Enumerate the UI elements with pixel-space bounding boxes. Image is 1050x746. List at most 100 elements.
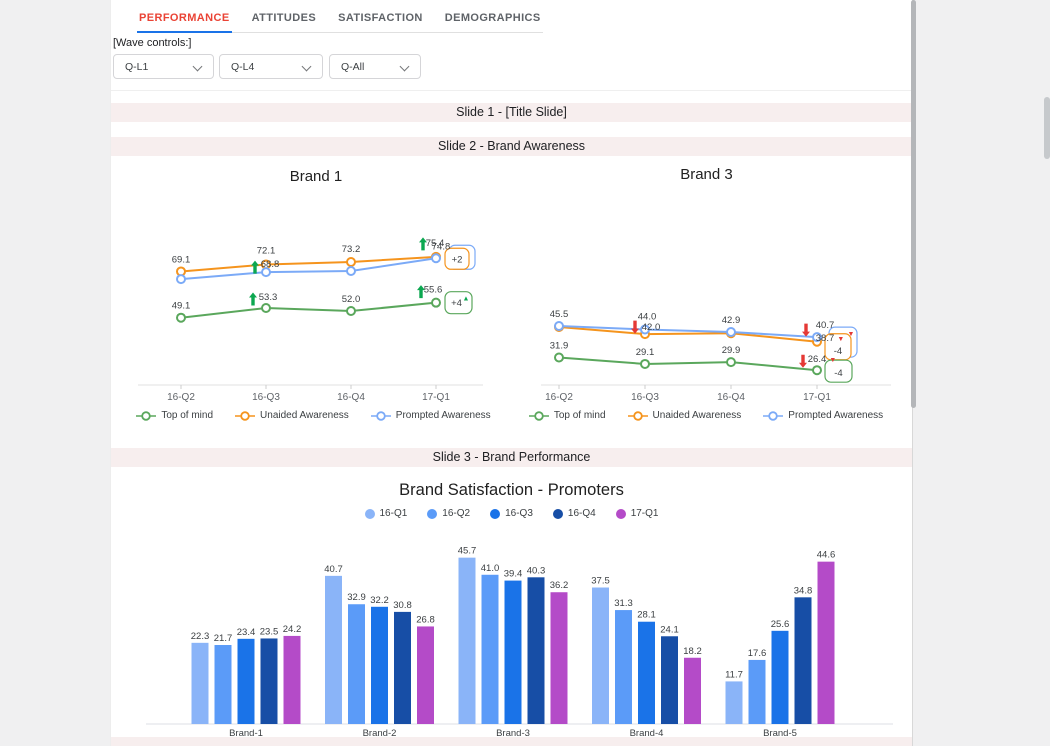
svg-text:26.8: 26.8 [416, 614, 435, 625]
wave-dropdown-2[interactable]: Q-L4 [219, 54, 323, 79]
svg-text:23.4: 23.4 [237, 627, 256, 638]
legend-item: Top of mind [529, 410, 606, 421]
svg-text:42.0: 42.0 [642, 322, 661, 333]
svg-text:31.3: 31.3 [614, 598, 633, 609]
svg-text:25.6: 25.6 [771, 619, 790, 630]
svg-text:42.9: 42.9 [722, 315, 741, 326]
legend-item: 16-Q1 [365, 508, 408, 519]
header-divider [111, 90, 912, 91]
svg-text:53.3: 53.3 [259, 292, 278, 303]
legend-marker-icon [529, 411, 549, 421]
svg-text:31.9: 31.9 [550, 340, 569, 351]
svg-text:40.7: 40.7 [324, 564, 343, 575]
wave-dropdown-2-value: Q-L4 [231, 61, 254, 73]
legend-marker-icon [628, 411, 648, 421]
legend-dot-icon [365, 509, 375, 519]
legend-label: 16-Q1 [380, 508, 408, 519]
svg-text:69.1: 69.1 [172, 254, 191, 265]
legend-item: Top of mind [136, 410, 213, 421]
brand3-chart-title: Brand 3 [511, 166, 902, 183]
legend-marker-icon [136, 411, 156, 421]
svg-text:29.1: 29.1 [636, 347, 655, 358]
tab-performance[interactable]: PERFORMANCE [137, 10, 232, 32]
legend-item: 17-Q1 [616, 508, 659, 519]
svg-text:16-Q4: 16-Q4 [717, 392, 745, 403]
tab-demographics[interactable]: DEMOGRAPHICS [443, 10, 543, 32]
legend-label: Unaided Awareness [653, 410, 742, 421]
svg-text:17.6: 17.6 [748, 648, 767, 659]
svg-text:38.7: 38.7 [816, 333, 835, 344]
legend-item: Prompted Awareness [371, 410, 491, 421]
slide3-header: Slide 3 - Brand Performance [111, 448, 912, 467]
svg-text:▲: ▲ [463, 296, 470, 303]
tab-satisfaction[interactable]: SATISFACTION [336, 10, 425, 32]
brand3-line-chart: 16-Q216-Q316-Q417-Q1▼-4-445.544.042.042.… [506, 195, 906, 410]
legend-label: 17-Q1 [631, 508, 659, 519]
legend-marker-icon [763, 411, 783, 421]
wave-dropdown-1[interactable]: Q-L1 [113, 54, 214, 79]
svg-text:45.5: 45.5 [550, 309, 569, 320]
svg-text:44.0: 44.0 [638, 312, 657, 323]
svg-text:16-Q2: 16-Q2 [167, 392, 195, 403]
svg-text:-4: -4 [834, 368, 842, 379]
svg-text:45.7: 45.7 [458, 546, 477, 557]
svg-text:17-Q1: 17-Q1 [422, 392, 450, 403]
legend-marker-icon [235, 411, 255, 421]
legend-item: Prompted Awareness [763, 410, 883, 421]
legend-item: Unaided Awareness [628, 410, 742, 421]
svg-text:▼: ▼ [829, 357, 836, 364]
wave-dropdown-1-value: Q-L1 [125, 61, 148, 73]
svg-text:21.7: 21.7 [214, 633, 233, 644]
legend-item: Unaided Awareness [235, 410, 349, 421]
svg-text:16-Q2: 16-Q2 [545, 392, 573, 403]
wave-controls-label: [Wave controls:] [113, 37, 191, 49]
legend-dot-icon [490, 509, 500, 519]
legend-label: Top of mind [554, 410, 606, 421]
page: PERFORMANCE ATTITUDES SATISFACTION DEMOG… [0, 0, 1050, 746]
slide1-header: Slide 1 - [Title Slide] [111, 103, 912, 122]
svg-text:39.4: 39.4 [504, 569, 523, 580]
svg-text:55.6: 55.6 [424, 285, 443, 296]
legend-dot-icon [427, 509, 437, 519]
window-scrollbar-thumb[interactable] [1044, 97, 1050, 159]
svg-text:24.1: 24.1 [660, 624, 679, 635]
svg-text:30.8: 30.8 [393, 600, 412, 611]
svg-text:44.6: 44.6 [817, 550, 836, 561]
svg-text:40.7: 40.7 [816, 320, 835, 331]
svg-text:52.0: 52.0 [342, 294, 361, 305]
legend-label: Top of mind [161, 410, 213, 421]
svg-text:68.8: 68.8 [261, 259, 280, 270]
satisfaction-bar-chart: 22.321.723.423.524.2Brand-140.732.932.23… [141, 540, 901, 746]
svg-text:34.8: 34.8 [794, 585, 813, 596]
wave-dropdown-3[interactable]: Q-All [329, 54, 421, 79]
legend-label: Unaided Awareness [260, 410, 349, 421]
svg-text:23.5: 23.5 [260, 626, 279, 637]
legend-dot-icon [616, 509, 626, 519]
legend-label: 16-Q3 [505, 508, 533, 519]
next-slide-header [111, 737, 912, 746]
svg-text:16-Q4: 16-Q4 [337, 392, 365, 403]
chevron-down-icon [302, 62, 312, 72]
tab-attitudes[interactable]: ATTITUDES [250, 10, 319, 32]
bar-chart-legend: 16-Q1 16-Q2 16-Q3 16-Q4 17-Q1 [111, 508, 912, 519]
svg-text:32.9: 32.9 [347, 592, 366, 603]
legend-item: 16-Q2 [427, 508, 470, 519]
brand1-chart-title: Brand 1 [111, 168, 521, 185]
legend-item: 16-Q4 [553, 508, 596, 519]
legend-label: 16-Q4 [568, 508, 596, 519]
svg-text:+4: +4 [451, 298, 462, 309]
svg-text:22.3: 22.3 [191, 631, 210, 642]
legend-dot-icon [553, 509, 563, 519]
svg-text:11.7: 11.7 [725, 669, 743, 680]
chevron-down-icon [193, 62, 203, 72]
content-scrollbar[interactable] [911, 0, 916, 408]
legend-label: 16-Q2 [442, 508, 470, 519]
legend-marker-icon [371, 411, 391, 421]
tab-bar: PERFORMANCE ATTITUDES SATISFACTION DEMOG… [137, 10, 543, 33]
svg-text:18.2: 18.2 [683, 646, 702, 657]
slide2-header: Slide 2 - Brand Awareness [111, 137, 912, 156]
svg-text:29.9: 29.9 [722, 345, 741, 356]
report-panel: PERFORMANCE ATTITUDES SATISFACTION DEMOG… [110, 0, 913, 746]
svg-text:73.2: 73.2 [342, 244, 361, 255]
svg-text:72.1: 72.1 [257, 246, 276, 257]
